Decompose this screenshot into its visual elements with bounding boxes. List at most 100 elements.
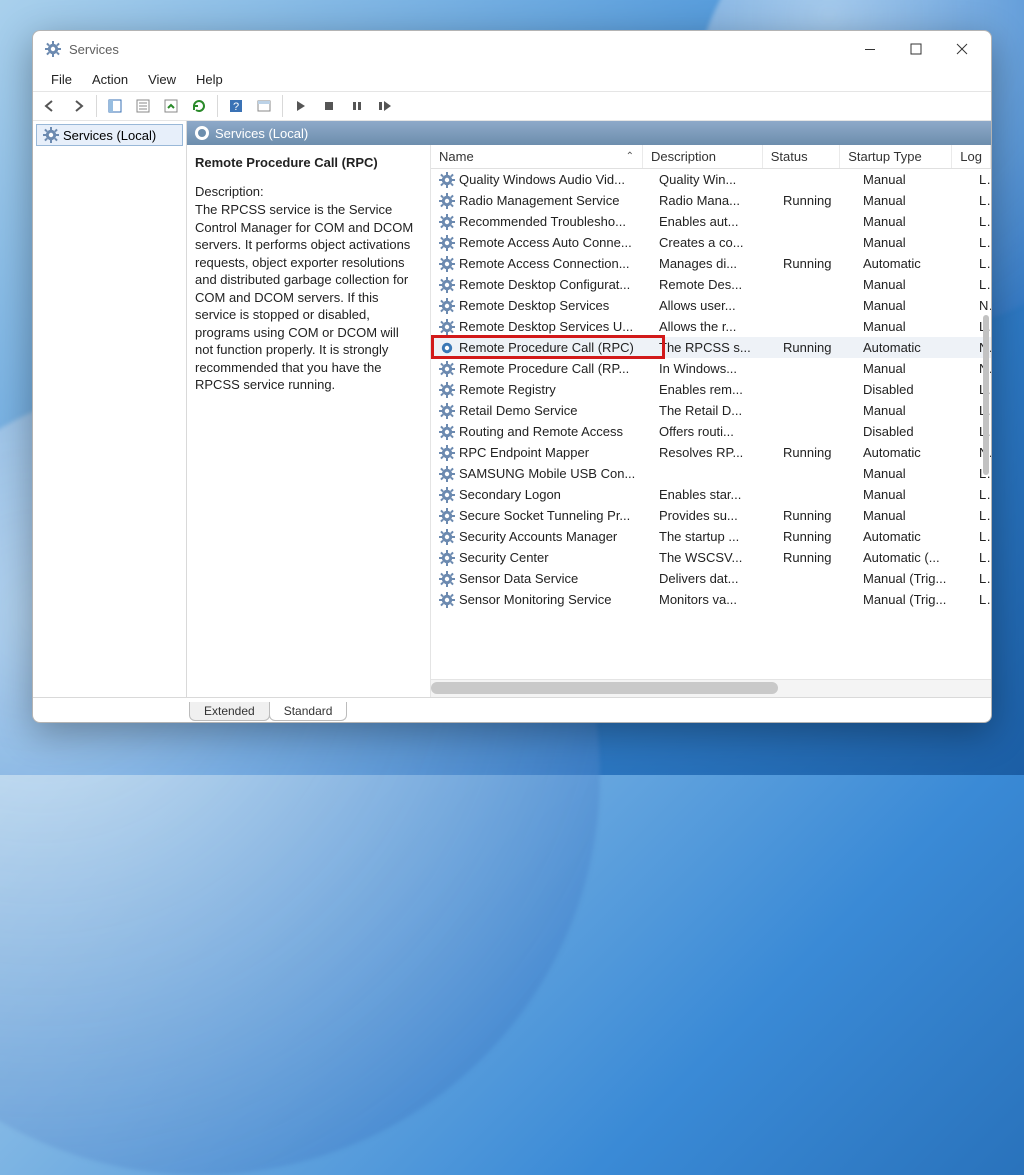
back-button[interactable] [37,93,63,119]
pause-service-button[interactable] [344,93,370,119]
service-row[interactable]: Radio Management ServiceRadio Mana...Run… [431,190,991,211]
show-hide-tree-button[interactable] [102,93,128,119]
stop-service-button[interactable] [316,93,342,119]
titlebar[interactable]: Services [33,31,991,67]
service-name: Remote Procedure Call (RPC) [459,340,634,355]
restart-service-button[interactable] [372,93,398,119]
service-row[interactable]: Quality Windows Audio Vid...Quality Win.… [431,169,991,190]
service-icon [439,235,455,251]
service-row[interactable]: RPC Endpoint MapperResolves RP...Running… [431,442,991,463]
forward-button[interactable] [65,93,91,119]
menu-action[interactable]: Action [82,70,138,89]
service-description: Manages di... [651,256,775,271]
menu-help[interactable]: Help [186,70,233,89]
service-status: Running [775,340,855,355]
service-description: Enables rem... [651,382,775,397]
service-row[interactable]: Remote Desktop Services U...Allows the r… [431,316,991,337]
service-logon: Loca [971,214,991,229]
service-row[interactable]: Secondary LogonEnables star...ManualLoca [431,484,991,505]
column-status[interactable]: Status [763,145,841,168]
service-icon [439,277,455,293]
service-startup: Manual [855,277,971,292]
service-row[interactable]: Secure Socket Tunneling Pr...Provides su… [431,505,991,526]
service-icon [439,550,455,566]
list-rows[interactable]: Quality Windows Audio Vid...Quality Win.… [431,169,991,679]
service-row[interactable]: Remote Access Auto Conne...Creates a co.… [431,232,991,253]
minimize-button[interactable] [847,35,893,63]
service-icon [439,172,455,188]
pane-title: Services (Local) [215,126,308,141]
service-row[interactable]: Retail Demo ServiceThe Retail D...Manual… [431,400,991,421]
service-startup: Automatic [855,445,971,460]
service-icon [439,403,455,419]
service-logon: Loca [971,550,991,565]
service-row[interactable]: Remote Desktop Configurat... Remote Des..… [431,274,991,295]
toolbar: ? [33,91,991,121]
tree-root-item[interactable]: Services (Local) [36,124,183,146]
service-name: Remote Desktop Services U... [459,319,633,334]
service-row[interactable]: Remote RegistryEnables rem...DisabledLoc… [431,379,991,400]
service-icon [439,319,455,335]
service-row[interactable]: Security Accounts ManagerThe startup ...… [431,526,991,547]
service-startup: Manual [855,361,971,376]
close-button[interactable] [939,35,985,63]
refresh-button[interactable] [186,93,212,119]
service-row[interactable]: Routing and Remote AccessOffers routi...… [431,421,991,442]
svg-text:?: ? [233,101,239,113]
properties-button[interactable] [130,93,156,119]
service-name: Security Center [459,550,549,565]
horizontal-scrollbar[interactable] [431,679,991,697]
toolbar-extra-button[interactable] [251,93,277,119]
maximize-button[interactable] [893,35,939,63]
help-button[interactable]: ? [223,93,249,119]
service-name: Radio Management Service [459,193,619,208]
service-startup: Manual [855,319,971,334]
column-description[interactable]: Description [643,145,763,168]
service-row[interactable]: Sensor Monitoring ServiceMonitors va...M… [431,589,991,610]
service-icon [439,298,455,314]
service-description: Enables aut... [651,214,775,229]
menu-file[interactable]: File [41,70,82,89]
tab-extended[interactable]: Extended [189,702,270,721]
scrollbar-thumb[interactable] [431,682,778,694]
service-icon [439,529,455,545]
service-icon [439,256,455,272]
column-name[interactable]: Name⌃ [431,145,643,168]
detail-panel: Remote Procedure Call (RPC) Description:… [187,145,431,697]
service-description: Remote Des... [651,277,775,292]
export-button[interactable] [158,93,184,119]
service-startup: Manual (Trig... [855,592,971,607]
service-row[interactable]: Security CenterThe WSCSV...RunningAutoma… [431,547,991,568]
service-icon [439,508,455,524]
description-label: Description: [195,184,420,199]
service-row[interactable]: Remote Access Connection... Manages di...… [431,253,991,274]
sort-indicator-icon: ⌃ [626,151,634,162]
service-name: Remote Desktop Configurat... [459,277,630,292]
service-startup: Manual [855,193,971,208]
service-description: Provides su... [651,508,775,523]
service-row[interactable]: Sensor Data ServiceDelivers dat...Manual… [431,568,991,589]
service-row[interactable]: Remote Procedure Call (RPC)The RPCSS s..… [431,337,991,358]
service-name: Retail Demo Service [459,403,578,418]
service-startup: Manual [855,466,971,481]
tab-standard[interactable]: Standard [269,702,348,721]
service-row[interactable]: SAMSUNG Mobile USB Con...ManualLoca [431,463,991,484]
start-service-button[interactable] [288,93,314,119]
menu-view[interactable]: View [138,70,186,89]
service-logon: Loca [971,487,991,502]
service-name: Remote Access Connection... [459,256,630,271]
service-row[interactable]: Remote Procedure Call (RP...In Windows..… [431,358,991,379]
column-logon[interactable]: Log [952,145,991,168]
service-status: Running [775,256,855,271]
service-description: Allows user... [651,298,775,313]
service-row[interactable]: Recommended Troublesho...Enables aut...M… [431,211,991,232]
service-startup: Manual [855,298,971,313]
service-icon [439,214,455,230]
vertical-scrollbar[interactable] [983,315,989,475]
column-startup[interactable]: Startup Type [840,145,952,168]
service-name: RPC Endpoint Mapper [459,445,589,460]
service-row[interactable]: Remote Desktop ServicesAllows user...Man… [431,295,991,316]
service-logon: Loca [971,235,991,250]
service-startup: Manual (Trig... [855,571,971,586]
app-icon [45,41,61,57]
